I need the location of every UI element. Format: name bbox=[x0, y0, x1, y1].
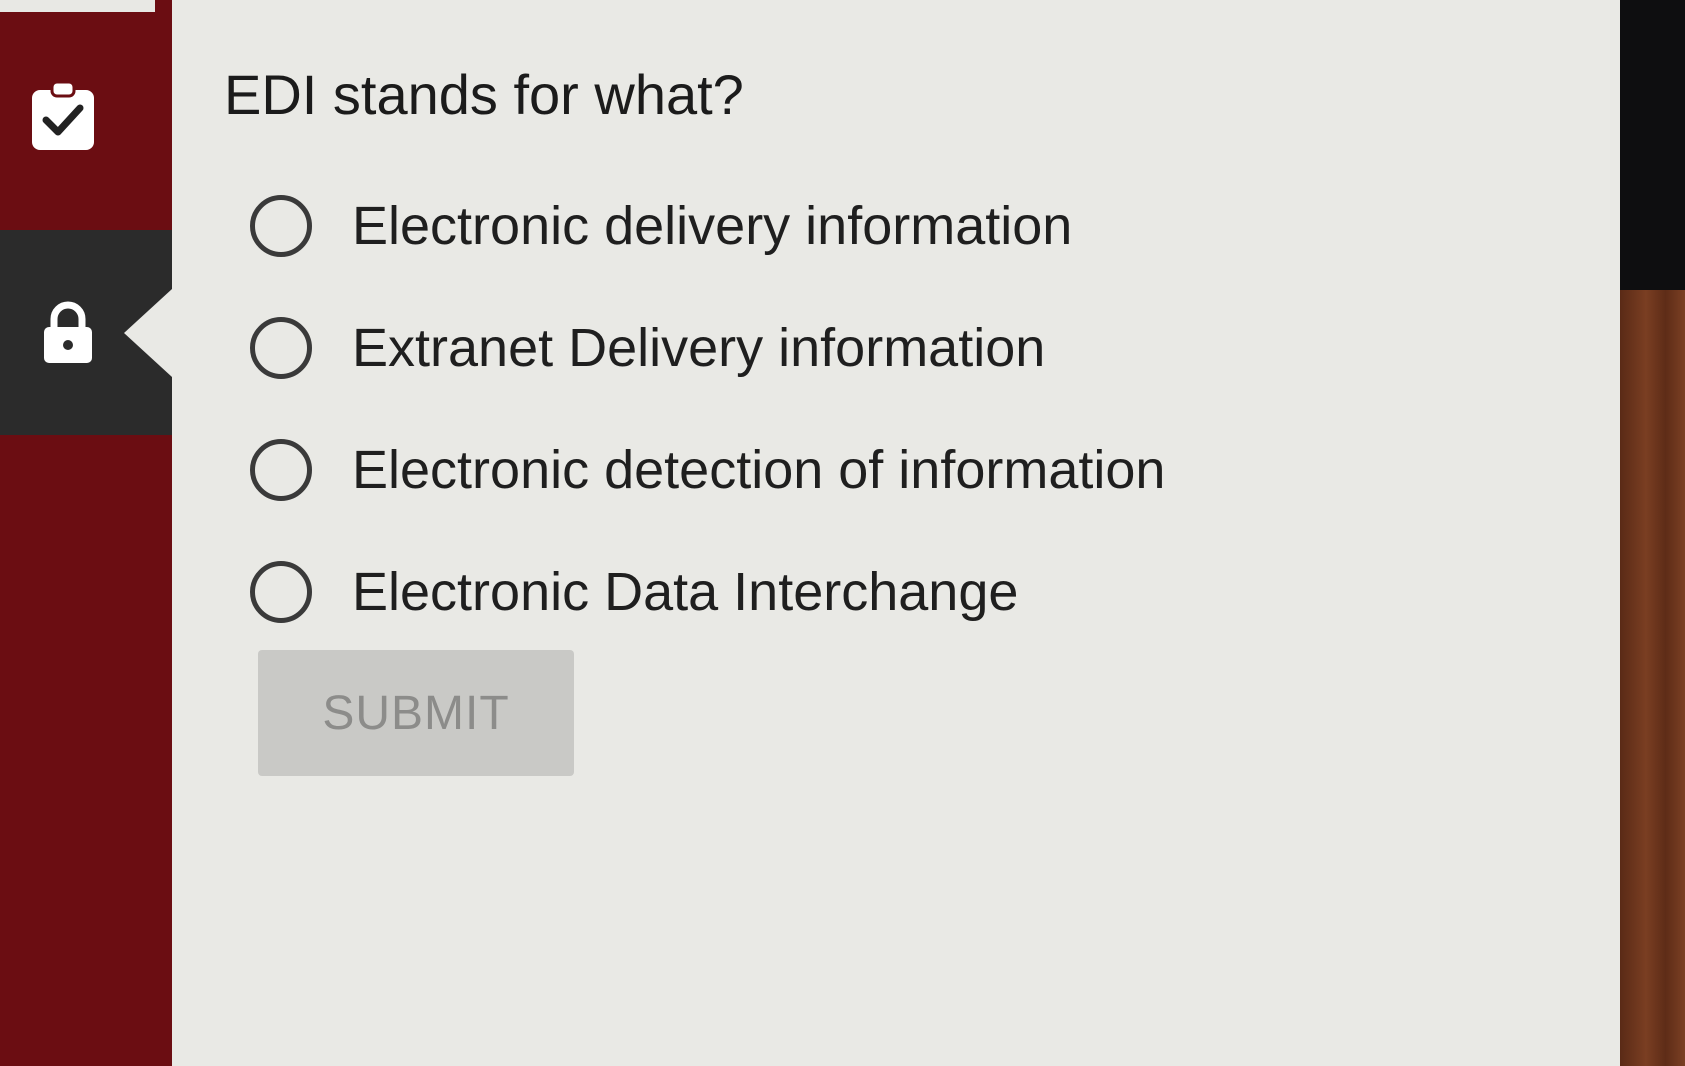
answer-label: Extranet Delivery information bbox=[352, 318, 1046, 378]
answer-label: Electronic detection of information bbox=[352, 440, 1166, 500]
radio-button[interactable] bbox=[250, 317, 312, 379]
background-desk bbox=[1620, 290, 1685, 1066]
answer-option-3[interactable]: Electronic detection of information bbox=[250, 409, 1165, 531]
quiz-panel: EDI stands for what? Electronic delivery… bbox=[172, 0, 1620, 1066]
sidebar-top-tab[interactable] bbox=[0, 0, 155, 12]
sidebar-item-lock[interactable] bbox=[0, 230, 172, 435]
background-edge bbox=[1620, 0, 1685, 290]
answer-label: Electronic delivery information bbox=[352, 196, 1073, 256]
radio-button[interactable] bbox=[250, 195, 312, 257]
radio-button[interactable] bbox=[250, 439, 312, 501]
question-text: EDI stands for what? bbox=[224, 63, 744, 126]
active-indicator bbox=[124, 288, 172, 377]
sidebar-item-tasks[interactable] bbox=[0, 60, 172, 230]
screen: EDI stands for what? Electronic delivery… bbox=[0, 0, 1685, 1066]
lock-icon bbox=[44, 301, 92, 363]
answer-option-4[interactable]: Electronic Data Interchange bbox=[250, 531, 1165, 653]
answer-option-1[interactable]: Electronic delivery information bbox=[250, 165, 1165, 287]
clipboard-check-icon bbox=[32, 80, 94, 150]
answer-option-2[interactable]: Extranet Delivery information bbox=[250, 287, 1165, 409]
answer-label: Electronic Data Interchange bbox=[352, 562, 1019, 622]
radio-button[interactable] bbox=[250, 561, 312, 623]
sidebar bbox=[0, 0, 172, 1066]
submit-button[interactable]: SUBMIT bbox=[258, 650, 574, 776]
answer-options: Electronic delivery information Extranet… bbox=[250, 165, 1165, 653]
